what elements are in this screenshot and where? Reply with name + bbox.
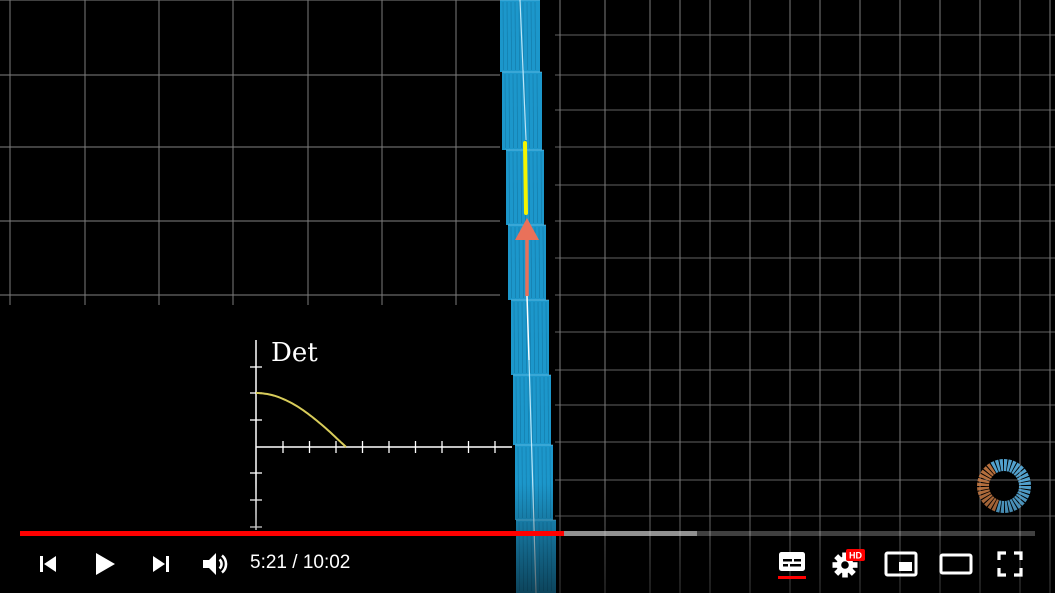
time-current: 5:21 — [250, 552, 287, 573]
theater-mode-button[interactable] — [936, 545, 976, 583]
fullscreen-icon — [997, 551, 1023, 577]
time-duration: 10:02 — [302, 552, 351, 573]
hd-badge-label: HD — [849, 551, 862, 561]
volume-icon — [203, 553, 228, 575]
play-button[interactable] — [86, 545, 124, 583]
loading-spinner-icon — [977, 459, 1031, 513]
previous-icon — [40, 556, 56, 572]
progress-played — [20, 531, 565, 536]
theater-mode-icon — [939, 553, 973, 575]
progress-bar[interactable] — [20, 531, 1035, 536]
video-player[interactable]: Det 5:21 / 10:02 HD — [0, 0, 1055, 593]
fullscreen-button[interactable] — [990, 545, 1030, 583]
miniplayer-icon — [884, 551, 918, 577]
next-icon — [153, 556, 169, 572]
time-separator: / — [286, 552, 303, 573]
gear-icon: HD — [832, 549, 865, 578]
next-button[interactable] — [143, 545, 179, 583]
time-display: 5:21 / 10:02 — [250, 551, 350, 575]
video-frame[interactable]: Det — [0, 0, 1055, 593]
play-icon — [96, 553, 115, 575]
inset-label: Det — [271, 338, 318, 368]
captions-active-indicator — [778, 576, 806, 579]
settings-button[interactable]: HD — [828, 545, 868, 583]
miniplayer-button[interactable] — [881, 545, 921, 583]
captions-icon — [778, 552, 806, 579]
captions-button[interactable] — [773, 545, 811, 583]
volume-button[interactable] — [196, 545, 234, 583]
yellow-vector — [523, 141, 528, 215]
previous-button[interactable] — [30, 545, 66, 583]
